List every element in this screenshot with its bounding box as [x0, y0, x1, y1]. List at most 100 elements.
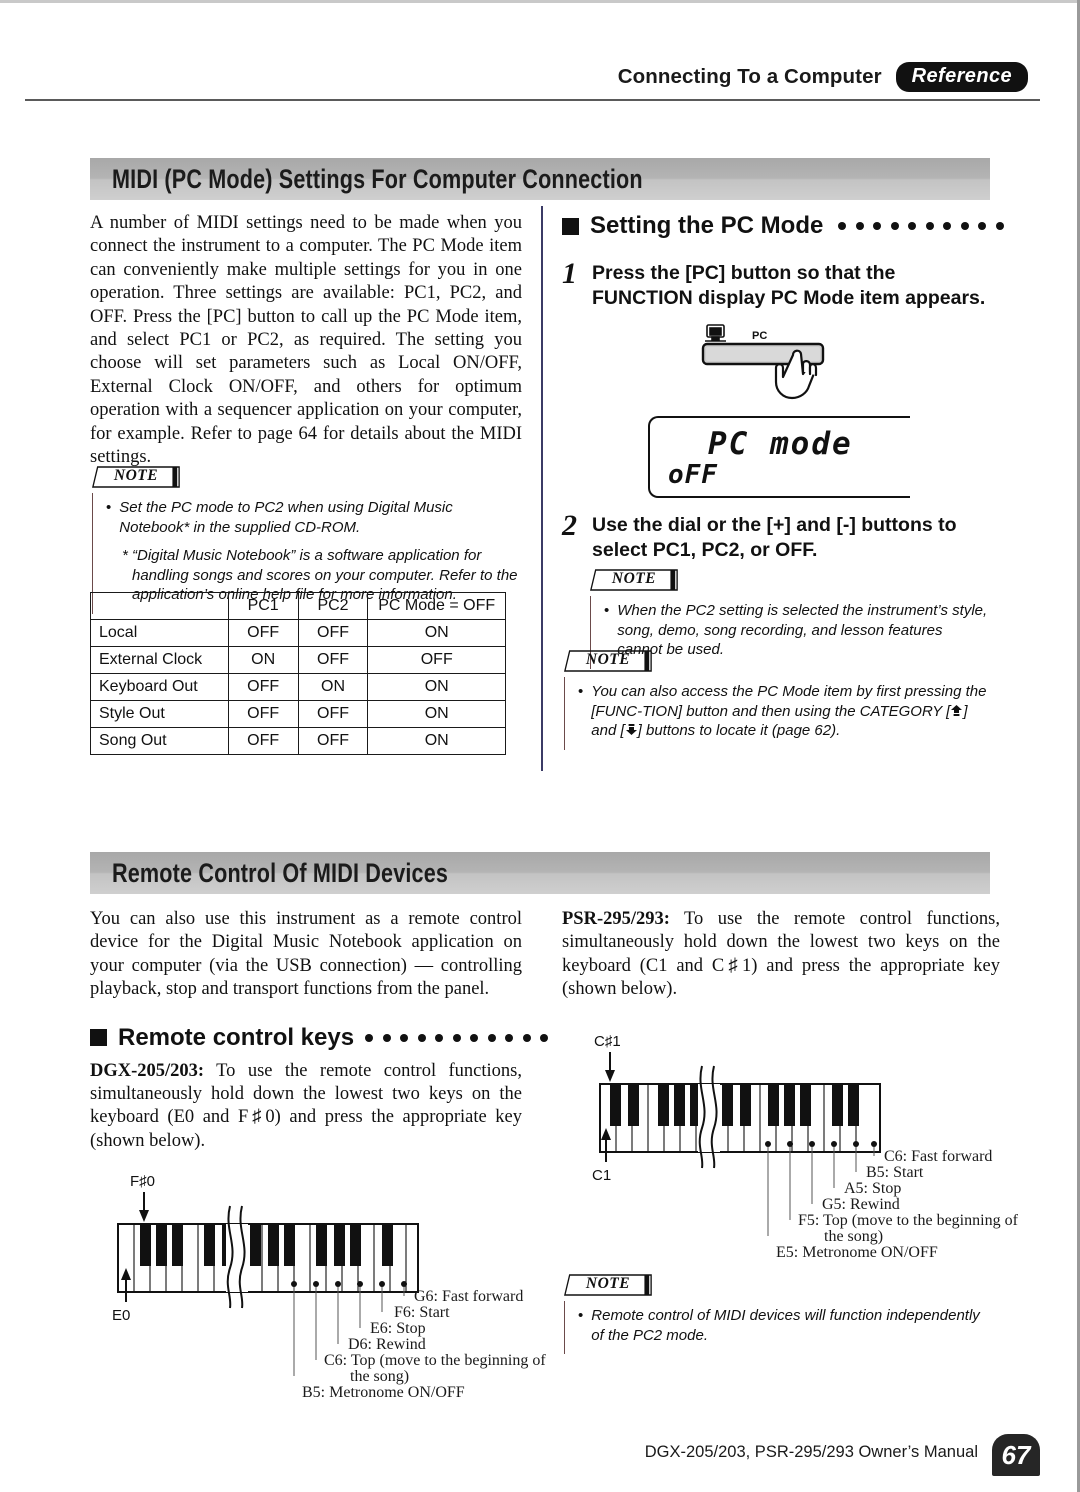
pc-button-svg: PC [701, 324, 825, 400]
leader-dot [908, 222, 917, 230]
leader-dot [943, 222, 952, 230]
square-bullet-icon [562, 217, 579, 235]
step-2-number: 2 [562, 509, 577, 542]
leader-dot [838, 222, 847, 230]
step-1: 1 Press the [PC] button so that the FUNC… [562, 259, 1000, 310]
subhead-remote-control-keys-label: Remote control keys [118, 1023, 355, 1051]
row-pc1: ON [227, 646, 299, 674]
row-pc2: OFF [297, 700, 369, 728]
section-bar-midi-pc-mode: MIDI (PC Mode) Settings For Computer Con… [90, 158, 990, 200]
row-label: Keyboard Out [90, 673, 229, 701]
dgx-callout-labels: G6: Fast forward F6: Start E6: Stop D6: … [98, 1168, 546, 1401]
row-off: ON [367, 700, 506, 728]
note-body-4: • Remote control of MIDI devices will fu… [564, 1301, 992, 1354]
row-pc1: OFF [227, 700, 299, 728]
square-bullet-icon [90, 1029, 107, 1047]
right-column-remote: PSR-295/293: To use the remote control f… [562, 908, 1000, 1002]
page-footer: DGX-205/203, PSR-295/293 Owner’s Manual … [644, 1434, 1040, 1476]
subhead-setting-pc-mode-label: Setting the PC Mode [590, 212, 824, 239]
table-header-pc1: PC1 [227, 592, 299, 620]
note-label-3: NOTE [585, 651, 631, 668]
psr-callout-6: E5: Metronome ON/OFF [776, 1244, 938, 1261]
step-2: 2 Use the dial or the [+] and [-] button… [562, 509, 1000, 562]
page-top-edge [0, 0, 1080, 3]
subhead-remote-control-keys: Remote control keys [90, 1023, 549, 1052]
note-3-part-c: ] buttons to locate it (page 62). [637, 722, 841, 739]
leader-dot [540, 1033, 549, 1042]
section-bar-remote-control: Remote Control Of MIDI Devices [90, 852, 990, 894]
table-body: Local OFF OFF ON External Clock ON OFF O… [90, 619, 506, 755]
leader-dot [995, 222, 1004, 230]
pc-button-illustration: PC [690, 322, 990, 414]
leader-dot [855, 222, 864, 230]
leader-dot [400, 1033, 409, 1042]
row-off: ON [367, 619, 506, 647]
row-pc1: OFF [227, 727, 299, 755]
running-header-title: Connecting To a Computer [617, 65, 882, 88]
row-pc1: OFF [227, 673, 299, 701]
dgx-paragraph: DGX-205/203: To use the remote control f… [90, 1060, 522, 1154]
note-tag-2: NOTE [588, 569, 680, 591]
computer-icon [705, 324, 726, 342]
header-rule [25, 99, 1040, 101]
row-pc2: OFF [297, 646, 369, 674]
note-bullet-1-text: Set the PC mode to PC2 when using Digita… [119, 499, 453, 536]
column-divider [541, 206, 543, 771]
row-pc2: OFF [297, 619, 369, 647]
note-body-3: • You can also access the PC Mode item b… [564, 677, 992, 750]
row-off: ON [367, 673, 506, 701]
row-pc2: ON [297, 673, 369, 701]
note-bullet-4: • Remote control of MIDI devices will fu… [578, 1306, 992, 1345]
page-number: 67 [1001, 1439, 1031, 1470]
lcd-screen: PC mode oFF [648, 416, 910, 498]
note-label-2: NOTE [611, 570, 657, 587]
leader-dot [522, 1033, 531, 1042]
remote-intro-paragraph: You can also use this instrument as a re… [90, 909, 522, 1000]
note-bullet-3: • You can also access the PC Mode item b… [578, 682, 992, 741]
leader-dot [417, 1033, 426, 1042]
row-label: Style Out [90, 700, 229, 728]
step-1-text: Press the [PC] button so that the FUNCTI… [592, 262, 986, 309]
leader-dot [470, 1033, 479, 1042]
keyboard-diagram-psr: C♯1 C1 C6: Fast forward B5: Start A5: St… [562, 1028, 1018, 1263]
leader-dot [960, 222, 969, 230]
leader-dot [978, 222, 987, 230]
table-row: Style Out OFF OFF ON [90, 700, 506, 728]
left-column-remote: You can also use this instrument as a re… [90, 908, 549, 1154]
page-number-badge: 67 [992, 1434, 1040, 1476]
table-row: Keyboard Out OFF ON ON [90, 673, 506, 701]
note-box-3: NOTE • You can also access the PC Mode i… [562, 650, 992, 750]
row-label: Song Out [90, 727, 229, 755]
row-pc1: OFF [227, 619, 299, 647]
lcd-line-1: PC mode [708, 426, 853, 462]
note-bullet-3-text: You can also access the PC Mode item by … [591, 682, 992, 741]
row-off: ON [367, 727, 506, 755]
category-down-icon [625, 724, 637, 735]
note-label-1: NOTE [113, 467, 159, 484]
row-label: Local [90, 619, 229, 647]
note-box-4: NOTE • Remote control of MIDI devices wi… [562, 1274, 992, 1354]
leader-dot [382, 1033, 391, 1042]
note-bullet-4-text: Remote control of MIDI devices will func… [591, 1307, 980, 1344]
leader-dot [925, 222, 934, 230]
table-header-row: PC1 PC2 PC Mode = OFF [90, 592, 506, 620]
note-label-4: NOTE [585, 1275, 631, 1292]
section-title-midi-pc-mode: MIDI (PC Mode) Settings For Computer Con… [112, 163, 643, 194]
note-tag-4: NOTE [562, 1274, 654, 1296]
table-header-pc2: PC2 [297, 592, 369, 620]
note-tag-1: NOTE [90, 466, 182, 488]
psr-callout-labels: C6: Fast forward B5: Start A5: Stop G5: … [562, 1028, 1018, 1261]
pc-mode-settings-table: PC1 PC2 PC Mode = OFF Local OFF OFF ON E… [90, 592, 506, 755]
lcd-display: PC mode oFF [648, 416, 910, 498]
leader-dot [435, 1033, 444, 1042]
psr-model-label: PSR-295/293: [562, 909, 670, 929]
section-title-remote-control: Remote Control Of MIDI Devices [112, 857, 449, 888]
leader-dot [365, 1033, 374, 1042]
category-up-icon [951, 704, 963, 716]
leader-dot [452, 1033, 461, 1042]
dgx-model-label: DGX-205/203: [90, 1060, 205, 1081]
table-header-off: PC Mode = OFF [367, 592, 506, 620]
note-3-part-a: You can also access the PC Mode item by … [591, 683, 987, 720]
footer-manual-title: DGX-205/203, PSR-295/293 Owner’s Manual [644, 1442, 978, 1461]
dgx-callout-6: B5: Metronome ON/OFF [302, 1384, 465, 1401]
